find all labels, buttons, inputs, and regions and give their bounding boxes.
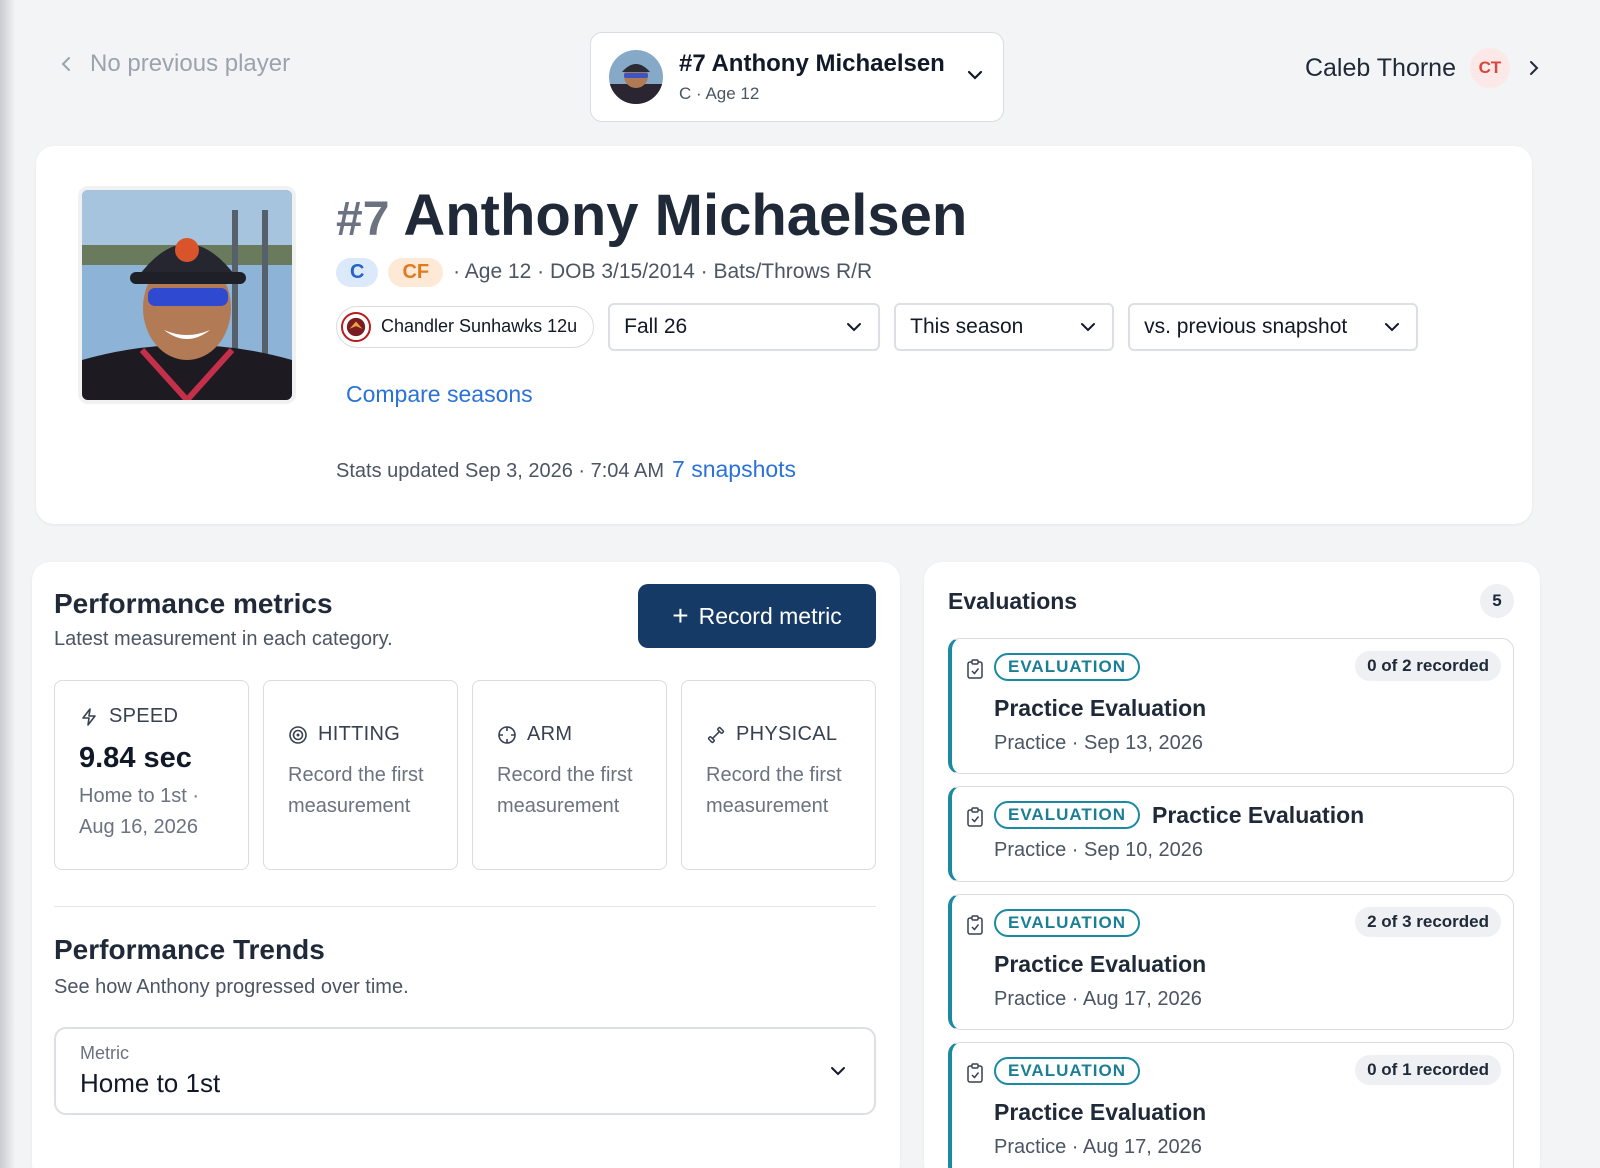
- performance-metrics-title: Performance metrics: [54, 588, 333, 619]
- metric-tile-hitting[interactable]: HITTING Record the first measurement: [263, 680, 458, 870]
- chevron-down-icon: [965, 65, 985, 90]
- performance-metrics-subtitle: Latest measurement in each category.: [54, 628, 393, 650]
- plus-icon: +: [672, 600, 689, 631]
- record-metric-label: Record metric: [698, 602, 842, 629]
- previous-player-button: No previous player: [56, 50, 290, 78]
- metric-description: Record the first measurement: [497, 764, 633, 817]
- position-badge-cf: CF: [388, 257, 444, 287]
- evaluation-name: Practice Evaluation: [1151, 801, 1365, 828]
- evaluation-date: Practice · Aug 17, 2026: [994, 988, 1202, 1010]
- player-avatar-small: [609, 50, 663, 104]
- evaluation-item[interactable]: EVALUATION Practice Evaluation Practice …: [948, 786, 1514, 882]
- evaluation-date: Practice · Sep 10, 2026: [994, 839, 1204, 861]
- metric-tile-arm[interactable]: ARM Record the first measurement: [472, 680, 667, 870]
- next-player-initials-badge: CT: [1470, 48, 1510, 88]
- player-number: #7: [336, 193, 390, 246]
- evaluations-title: Evaluations: [948, 588, 1078, 614]
- player-switcher-dropdown[interactable]: #7 Anthony Michaelsen C · Age 12: [590, 32, 1004, 122]
- chevron-down-icon: [1385, 322, 1400, 332]
- metric-description: Record the first measurement: [706, 764, 842, 817]
- metric-dropdown-value: Home to 1st: [80, 1068, 221, 1098]
- evaluation-tag: EVALUATION: [994, 801, 1140, 829]
- evaluation-name: Practice Evaluation: [994, 951, 1207, 977]
- player-name-heading: #7 Anthony Michaelsen: [336, 184, 1492, 248]
- team-name: Chandler Sunhawks 12u: [381, 316, 578, 337]
- evaluation-item[interactable]: EVALUATION 2 of 3 recorded Practice Eval…: [948, 894, 1514, 1030]
- recorded-count-badge: 0 of 1 recorded: [1355, 1055, 1501, 1085]
- recorded-count-badge: 2 of 3 recorded: [1355, 907, 1501, 937]
- chevron-down-icon: [847, 322, 862, 332]
- next-player-button[interactable]: Caleb Thorne CT: [1305, 48, 1544, 88]
- clipboard-check-icon: [967, 659, 983, 679]
- evaluation-name: Practice Evaluation: [994, 695, 1207, 721]
- performance-trends-subtitle: See how Anthony progressed over time.: [54, 976, 409, 998]
- metric-dropdown[interactable]: Metric Home to 1st: [54, 1027, 876, 1115]
- metric-category: SPEED: [109, 705, 179, 727]
- evaluation-tag: EVALUATION: [994, 653, 1140, 681]
- evaluation-date: Practice · Aug 17, 2026: [994, 1136, 1202, 1158]
- season-select-value: Fall 26: [624, 314, 688, 338]
- evaluation-item[interactable]: EVALUATION 0 of 2 recorded Practice Eval…: [948, 638, 1514, 774]
- stats-updated-text: Stats updated Sep 3, 2026 · 7:04 AM: [336, 459, 665, 482]
- record-metric-button[interactable]: + Record metric: [638, 584, 876, 648]
- metric-category: ARM: [527, 723, 573, 745]
- performance-trends-title: Performance Trends: [54, 934, 325, 965]
- chevron-left-icon: [61, 57, 70, 71]
- team-logo-icon: [341, 311, 371, 342]
- compare-seasons-link[interactable]: Compare seasons: [346, 381, 533, 407]
- clipboard-check-icon: [967, 1063, 983, 1083]
- player-name: Anthony Michaelsen: [403, 183, 968, 248]
- chevron-right-icon: [1530, 61, 1539, 75]
- player-navigation: No previous player #7 Anthony Michaelsen…: [56, 32, 1544, 122]
- metric-tile-physical[interactable]: PHYSICAL Record the first measurement: [681, 680, 876, 870]
- clipboard-check-icon: [967, 807, 983, 827]
- switcher-player-sub: C · Age 12: [679, 84, 760, 103]
- next-player-name: Caleb Thorne: [1304, 53, 1456, 82]
- performance-metrics-card: Performance metrics Latest measurement i…: [32, 562, 900, 1168]
- player-photo: [78, 186, 296, 404]
- chevron-down-icon: [1081, 322, 1096, 332]
- recorded-count-badge: 0 of 2 recorded: [1355, 651, 1501, 681]
- metric-category: PHYSICAL: [736, 723, 838, 745]
- position-badge-c: C: [336, 257, 379, 287]
- metric-value: 9.84 sec: [79, 742, 192, 774]
- evaluation-date: Practice · Sep 13, 2026: [994, 732, 1204, 754]
- snapshots-link[interactable]: 7 snapshots: [672, 456, 796, 483]
- metric-dropdown-label: Metric: [80, 1043, 129, 1063]
- season-select[interactable]: Fall 26: [608, 302, 881, 351]
- evaluation-tag: EVALUATION: [994, 909, 1140, 937]
- metric-description: Home to 1st · Aug 16, 2026: [79, 785, 200, 838]
- player-header-card: #7 Anthony Michaelsen C CF · Age 12 · DO…: [36, 146, 1532, 524]
- evaluations-card: Evaluations 5 EVALUATION 0 of 2 recorded…: [924, 562, 1540, 1168]
- evaluations-count-badge: 5: [1480, 584, 1514, 618]
- section-divider: [54, 906, 876, 907]
- target-icon: [289, 725, 307, 744]
- metric-description: Record the first measurement: [288, 764, 424, 817]
- evaluation-tag: EVALUATION: [994, 1057, 1140, 1085]
- comparison-select-value: vs. previous snapshot: [1144, 314, 1348, 338]
- comparison-select[interactable]: vs. previous snapshot: [1128, 302, 1419, 351]
- previous-player-label: No previous player: [90, 50, 291, 77]
- dumbbell-icon: [707, 726, 725, 743]
- metric-tile-speed[interactable]: SPEED 9.84 sec Home to 1st · Aug 16, 202…: [54, 680, 249, 870]
- chevron-down-icon: [831, 1067, 845, 1076]
- evaluation-item[interactable]: EVALUATION 0 of 1 recorded Practice Eval…: [948, 1042, 1514, 1168]
- evaluation-name: Practice Evaluation: [994, 1099, 1207, 1125]
- crosshair-icon: [498, 725, 516, 744]
- team-chip[interactable]: Chandler Sunhawks 12u: [336, 305, 595, 348]
- metric-category: HITTING: [318, 723, 401, 745]
- range-select[interactable]: This season: [894, 302, 1115, 351]
- bolt-icon: [82, 707, 96, 726]
- clipboard-check-icon: [967, 915, 983, 935]
- range-select-value: This season: [910, 314, 1024, 338]
- window-edge-shadow: [0, 0, 14, 1168]
- switcher-player-name: #7 Anthony Michaelsen: [679, 50, 945, 77]
- player-meta: · Age 12 · DOB 3/15/2014 · Bats/Throws R…: [453, 260, 873, 284]
